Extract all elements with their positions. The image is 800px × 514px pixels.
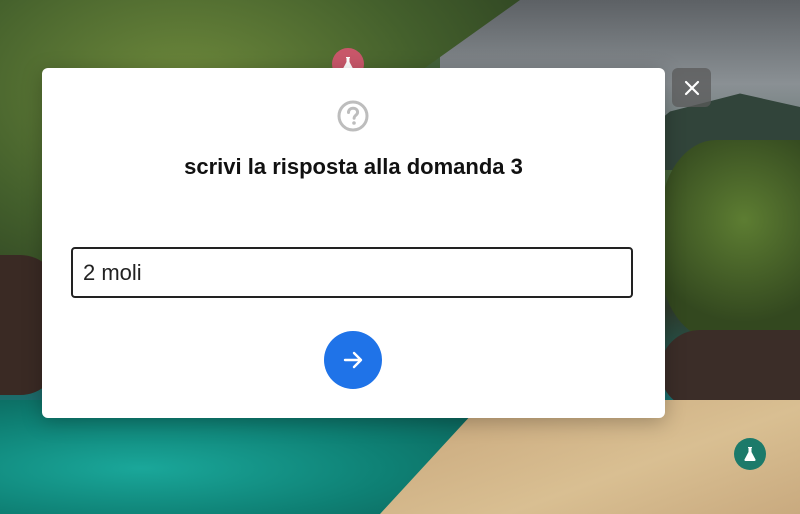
arrow-right-icon (343, 351, 363, 369)
flask-icon (744, 447, 756, 461)
close-icon (684, 80, 699, 95)
rocks-right (660, 330, 800, 410)
question-dialog: scrivi la risposta alla domanda 3 (42, 68, 665, 418)
question-circle-icon (337, 100, 369, 132)
palm-trees (660, 140, 800, 340)
close-button[interactable] (672, 68, 711, 107)
dialog-title: scrivi la risposta alla domanda 3 (184, 154, 523, 179)
submit-button[interactable] (324, 331, 382, 389)
answer-input[interactable] (71, 247, 633, 298)
flask-badge-bottom[interactable] (734, 438, 766, 470)
